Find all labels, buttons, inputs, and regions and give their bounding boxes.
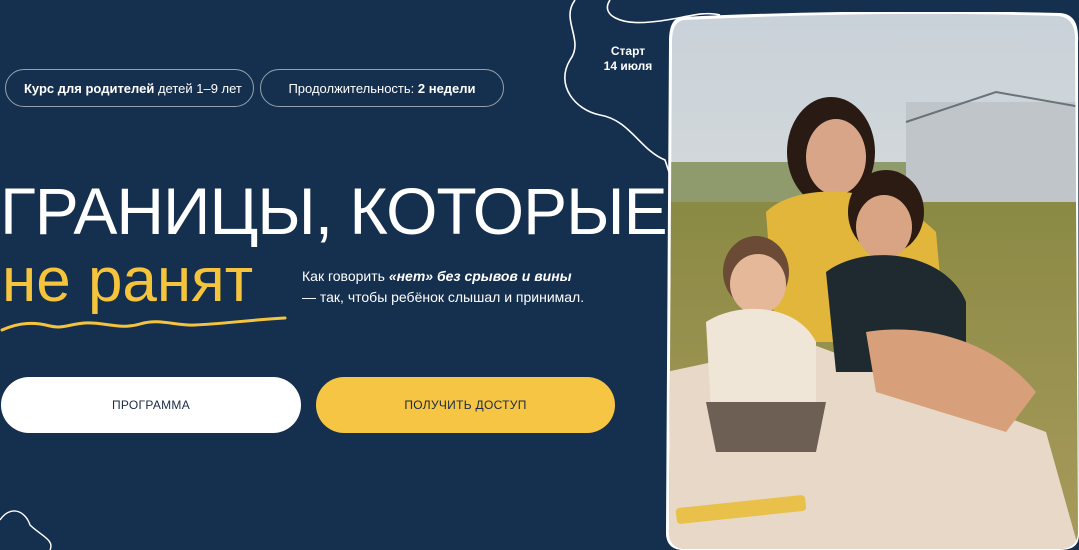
hero-photo: [665, 11, 1079, 550]
start-date: 14 июля: [603, 59, 653, 73]
course-tag: Курс для родителей детей 1–9 лет: [5, 69, 254, 107]
subtitle-rest: — так, чтобы ребёнок слышал и принимал.: [302, 289, 585, 305]
subtitle-emphasis: «нет» без срывов и вины: [388, 268, 572, 284]
start-badge: Старт 14 июля: [596, 44, 660, 74]
duration-value: 2 недели: [417, 81, 476, 96]
subtitle-prefix: Как говорить: [302, 268, 389, 284]
start-label: Старт: [610, 44, 646, 58]
page-title-line2: не ранят: [2, 246, 254, 315]
hero-section: Курс для родителей детей 1–9 лет Продолж…: [0, 0, 1079, 550]
duration-tag: Продолжительность: 2 недели: [260, 69, 504, 107]
hero-subtitle: Как говорить «нет» без срывов и вины — т…: [302, 266, 632, 308]
wavy-underline-icon: [0, 316, 287, 332]
course-tag-bold: Курс для родителей: [24, 81, 155, 96]
program-button[interactable]: ПРОГРАММА: [1, 377, 301, 433]
get-access-button[interactable]: ПОЛУЧИТЬ ДОСТУП: [316, 377, 615, 433]
course-tag-rest: детей 1–9 лет: [154, 81, 242, 96]
duration-label: Продолжительность:: [288, 81, 418, 96]
page-title-line1: ГРАНИЦЫ, КОТОРЫЕ: [0, 174, 668, 248]
